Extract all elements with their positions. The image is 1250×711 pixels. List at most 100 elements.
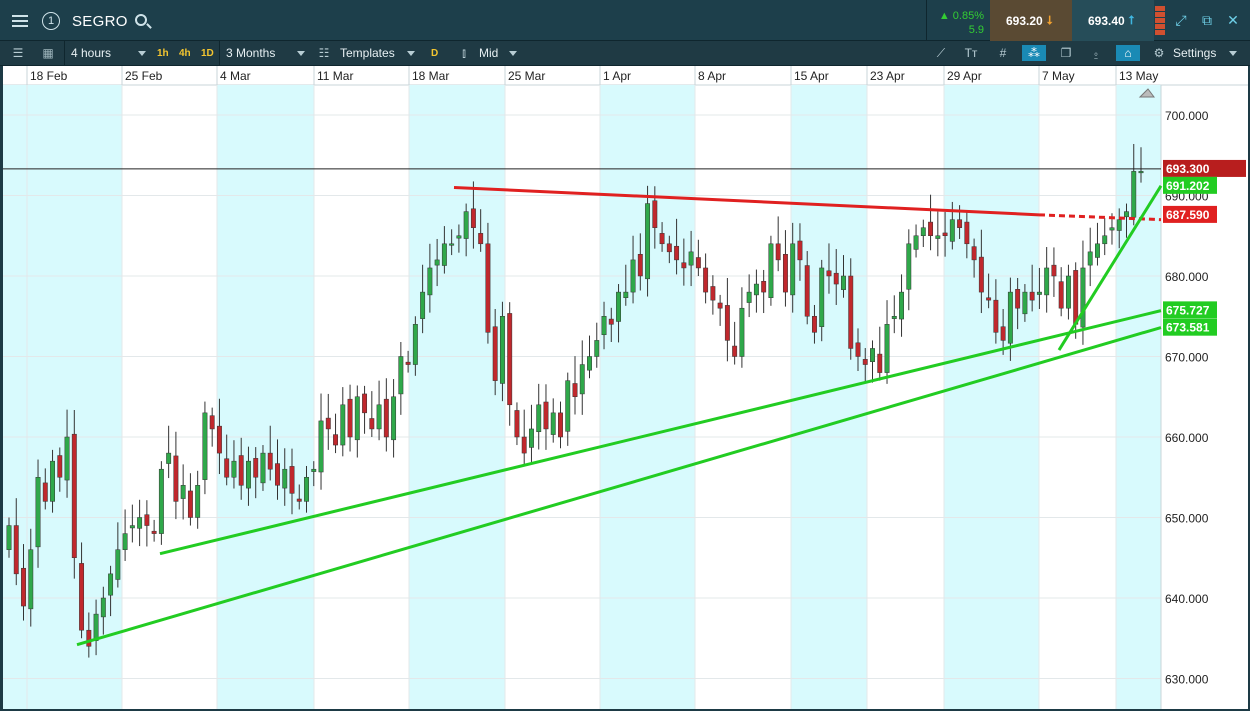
daily-button[interactable]: D xyxy=(431,41,438,65)
trendline-price-label: 691.202 xyxy=(1166,179,1210,193)
candle-body xyxy=(79,563,85,631)
candle-body xyxy=(594,340,600,357)
templates-dropdown[interactable]: Templates xyxy=(340,41,395,65)
candle-body xyxy=(376,404,382,430)
candle-body xyxy=(100,597,106,618)
candle-body xyxy=(877,353,883,373)
trading-window: 1 SEGRO ▲ 0.85% 5.9 693.20 ⭣ 693.40 ⭡ ⤢ ⧉ … xyxy=(0,0,1250,711)
candle-body xyxy=(906,243,912,290)
layers-icon[interactable]: ❐ xyxy=(1058,45,1074,61)
candle-body xyxy=(362,393,368,414)
candle-body xyxy=(144,514,150,526)
candle-body xyxy=(848,275,854,349)
candle-body xyxy=(13,525,19,575)
candle-body xyxy=(732,345,738,357)
text-icon[interactable]: Tт xyxy=(963,45,979,61)
price-chart[interactable]: 700.000 690.000 680.000 670.000 660.000 650.0… xyxy=(3,66,1248,709)
candle-body xyxy=(1087,251,1093,266)
buy-button[interactable]: 693.40 ⭡ xyxy=(1072,0,1154,41)
circle-one-icon[interactable]: 1 xyxy=(40,0,62,41)
candle-body xyxy=(93,613,99,641)
x-tick-label: 29 Apr xyxy=(947,69,982,83)
candle-body xyxy=(216,425,222,454)
candle-body xyxy=(427,267,433,296)
candle-body xyxy=(833,272,839,285)
candle-body xyxy=(899,291,904,320)
candle-body xyxy=(870,348,875,362)
price-type-dropdown[interactable]: Mid xyxy=(479,41,498,65)
x-tick-label: 23 Apr xyxy=(870,69,905,83)
buy-arrow-icon: ⭡ xyxy=(1128,13,1135,27)
candle-body xyxy=(884,324,890,373)
candle-body xyxy=(340,404,346,446)
instrument-symbol[interactable]: SEGRO xyxy=(72,13,128,30)
crosshair-icon[interactable]: ⁂ xyxy=(1022,45,1046,61)
popout-icon[interactable]: ⧉ xyxy=(1197,10,1217,30)
search-icon[interactable] xyxy=(135,14,147,26)
candle-body xyxy=(761,280,767,293)
candle-body xyxy=(347,398,353,438)
candle-body xyxy=(688,251,694,266)
y-tick-label: 670.000 xyxy=(1165,351,1209,365)
x-tick-label: 15 Apr xyxy=(794,69,829,83)
candle-body xyxy=(71,433,77,558)
candle-body xyxy=(804,265,810,317)
candle-body xyxy=(739,307,745,357)
candle-body xyxy=(86,629,92,647)
y-tick-label: 650.000 xyxy=(1165,512,1209,526)
change-percent: 0.85% xyxy=(952,10,984,22)
close-icon[interactable]: ✕ xyxy=(1223,10,1243,30)
candle-body xyxy=(565,380,571,432)
alert-icon[interactable]: ⍛ xyxy=(1088,45,1104,61)
expand-icon[interactable]: ⤢ xyxy=(1171,10,1191,30)
week-shade xyxy=(217,85,314,709)
chevron-down-icon xyxy=(1229,51,1237,56)
y-tick-label: 660.000 xyxy=(1165,431,1209,445)
candle-body xyxy=(645,203,651,280)
list-icon[interactable]: ☰ xyxy=(10,45,26,61)
tag-icon[interactable]: ⌂ xyxy=(1116,45,1140,61)
candle-body xyxy=(202,412,208,480)
candle-body xyxy=(579,364,585,395)
price-change: ▲ 0.85% 5.9 xyxy=(926,0,990,41)
candle-body xyxy=(238,455,244,486)
candle-body xyxy=(1102,235,1108,245)
sell-price: 693.20 xyxy=(1006,13,1043,28)
chart-svg[interactable]: 700.000690.000680.000670.000660.000650.0… xyxy=(3,66,1248,709)
candle-body xyxy=(129,525,135,529)
candle-body xyxy=(790,243,796,296)
candle-body xyxy=(1015,289,1021,309)
y-tick-label: 680.000 xyxy=(1165,270,1209,284)
gear-icon[interactable]: ⚙ xyxy=(1151,45,1167,61)
layout-icon[interactable]: ▦ xyxy=(40,45,56,61)
candle-body xyxy=(499,316,505,384)
candle-body xyxy=(514,410,520,438)
candle-body xyxy=(28,549,34,610)
trendline-price-label: 687.590 xyxy=(1166,208,1210,222)
candle-body xyxy=(993,299,999,333)
candle-body xyxy=(296,498,302,502)
candle-body xyxy=(267,452,273,470)
timeframe-1h[interactable]: 1h xyxy=(157,41,169,65)
range-dropdown[interactable]: 3 Months xyxy=(219,41,309,65)
candle-body xyxy=(1095,243,1100,258)
chevron-down-icon xyxy=(407,51,415,56)
candle-body xyxy=(412,324,418,365)
candle-body xyxy=(420,291,426,319)
settings-button[interactable]: Settings xyxy=(1173,41,1216,65)
candle-body xyxy=(587,356,592,371)
candle-body xyxy=(158,468,164,534)
candle-body xyxy=(630,259,636,293)
menu-icon[interactable] xyxy=(8,0,32,41)
timeframe-1d[interactable]: 1D xyxy=(201,41,214,65)
candle-body xyxy=(289,466,295,494)
timeframe-4h[interactable]: 4h xyxy=(179,41,191,65)
x-tick-label: 25 Feb xyxy=(125,69,163,83)
draw-line-icon[interactable]: ⟋ xyxy=(933,45,949,61)
range-value: 3 Months xyxy=(226,46,276,60)
week-shade xyxy=(1116,85,1161,709)
candle-body xyxy=(949,219,955,242)
sell-button[interactable]: 693.20 ⭣ xyxy=(990,0,1072,41)
grid-icon[interactable]: # xyxy=(995,45,1011,61)
candle-body xyxy=(253,458,259,478)
